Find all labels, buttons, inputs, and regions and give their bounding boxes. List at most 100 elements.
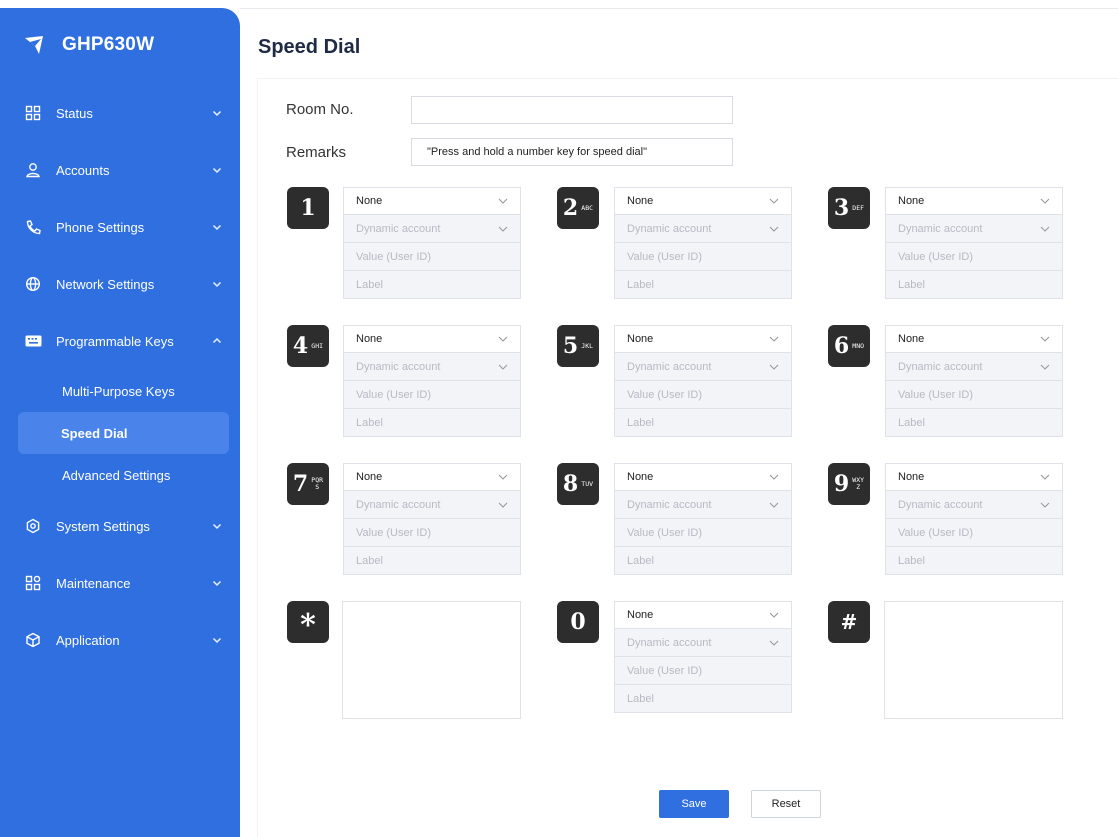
key-2-label-input[interactable]: Label (614, 271, 792, 299)
chevron-down-icon (212, 224, 222, 231)
key-7-value-input[interactable]: Value (User ID) (343, 519, 521, 547)
key-3-mode-select[interactable]: None (885, 187, 1063, 215)
select-value: Dynamic account (627, 498, 712, 511)
save-button[interactable]: Save (659, 790, 729, 818)
sidebar-item-status[interactable]: Status (24, 96, 224, 130)
key-7-account-select[interactable]: Dynamic account (343, 491, 521, 519)
key-3-value-input[interactable]: Value (User ID) (885, 243, 1063, 271)
key-9-account-select[interactable]: Dynamic account (885, 491, 1063, 519)
key-hash-badge: # (828, 601, 870, 643)
key-2-config: None Dynamic account Value (User ID) Lab… (614, 187, 792, 299)
sidebar-item-maintenance[interactable]: Maintenance (24, 566, 224, 600)
room-no-input[interactable] (411, 96, 733, 124)
key-1-account-select[interactable]: Dynamic account (343, 215, 521, 243)
key-1-label-input[interactable]: Label (343, 271, 521, 299)
key-9-config: None Dynamic account Value (User ID) Lab… (885, 463, 1063, 575)
sidebar-item-label: Maintenance (56, 575, 131, 591)
key-2-value-input[interactable]: Value (User ID) (614, 243, 792, 271)
key-6-value-input[interactable]: Value (User ID) (885, 381, 1063, 409)
chevron-down-icon (769, 502, 779, 508)
key-3-label-input[interactable]: Label (885, 271, 1063, 299)
key-1-config: None Dynamic account Value (User ID) Lab… (343, 187, 521, 299)
key-0-label-input[interactable]: Label (614, 685, 792, 713)
key-1-mode-select[interactable]: None (343, 187, 521, 215)
select-value: Dynamic account (627, 360, 712, 373)
key-3-badge: 3 DEF (828, 187, 870, 229)
chevron-down-icon (1040, 474, 1050, 480)
key-7-mode-select[interactable]: None (343, 463, 521, 491)
key-letters: WXYZ (852, 476, 865, 491)
key-5-value-input[interactable]: Value (User ID) (614, 381, 792, 409)
sidebar-item-label: Network Settings (56, 276, 155, 292)
key-8-account-select[interactable]: Dynamic account (614, 491, 792, 519)
chevron-down-icon (212, 580, 222, 587)
room-no-label: Room No. (286, 101, 354, 118)
select-value: Dynamic account (898, 360, 983, 373)
key-8-mode-select[interactable]: None (614, 463, 792, 491)
sidebar-item-system-settings[interactable]: System Settings (24, 509, 224, 543)
key-6-label-input[interactable]: Label (885, 409, 1063, 437)
chevron-down-icon (769, 364, 779, 370)
chevron-down-icon (212, 281, 222, 288)
remarks-input[interactable]: "Press and hold a number key for speed d… (411, 138, 733, 166)
key-5-mode-select[interactable]: None (614, 325, 792, 353)
gear-icon (24, 517, 42, 535)
sidebar-item-label: Status (56, 105, 93, 121)
key-2-account-select[interactable]: Dynamic account (614, 215, 792, 243)
chevron-down-icon (212, 637, 222, 644)
app-name: GHP630W (62, 34, 155, 55)
key-0-value-input[interactable]: Value (User ID) (614, 657, 792, 685)
key-8-label-input[interactable]: Label (614, 547, 792, 575)
key-digit: 5 (562, 333, 579, 359)
sidebar-item-application[interactable]: Application (24, 623, 224, 657)
sidebar-item-network-settings[interactable]: Network Settings (24, 267, 224, 301)
speed-dial-panel: Room No. Remarks "Press and hold a numbe… (258, 79, 1118, 837)
chevron-down-icon (1040, 226, 1050, 232)
key-4-label-input[interactable]: Label (343, 409, 521, 437)
key-5-label-input[interactable]: Label (614, 409, 792, 437)
key-letters: PQRS (311, 476, 324, 491)
sidebar-item-label: Application (56, 632, 120, 648)
sidebar-item-phone-settings[interactable]: Phone Settings (24, 210, 224, 244)
sidebar-subitem-multi-purpose-keys[interactable]: Multi-Purpose Keys (18, 370, 229, 412)
sidebar-subitem-speed-dial[interactable]: Speed Dial (18, 412, 229, 454)
select-value: Dynamic account (627, 222, 712, 235)
select-value: Dynamic account (898, 222, 983, 235)
key-letters: TUV (581, 479, 594, 488)
phone-icon (24, 218, 42, 236)
key-9-badge: 9 WXYZ (828, 463, 870, 505)
key-2-mode-select[interactable]: None (614, 187, 792, 215)
key-digit: 7 (292, 471, 309, 497)
select-value: None (627, 333, 654, 345)
key-4-account-select[interactable]: Dynamic account (343, 353, 521, 381)
key-letters: MNO (852, 341, 865, 350)
remarks-label: Remarks (286, 144, 347, 161)
key-4-value-input[interactable]: Value (User ID) (343, 381, 521, 409)
key-0-mode-select[interactable]: None (614, 601, 792, 629)
key-6-mode-select[interactable]: None (885, 325, 1063, 353)
reset-button[interactable]: Reset (751, 790, 821, 818)
status-grid-icon (24, 104, 42, 122)
key-9-value-input[interactable]: Value (User ID) (885, 519, 1063, 547)
key-5-account-select[interactable]: Dynamic account (614, 353, 792, 381)
key-6-account-select[interactable]: Dynamic account (885, 353, 1063, 381)
key-7-label-input[interactable]: Label (343, 547, 521, 575)
sidebar-item-accounts[interactable]: Accounts (24, 153, 224, 187)
key-8-value-input[interactable]: Value (User ID) (614, 519, 792, 547)
key-3-account-select[interactable]: Dynamic account (885, 215, 1063, 243)
key-5-config: None Dynamic account Value (User ID) Lab… (614, 325, 792, 437)
sidebar-subitem-advanced-settings[interactable]: Advanced Settings (18, 454, 229, 496)
key-9-label-input[interactable]: Label (885, 547, 1063, 575)
key-2-badge: 2 ABC (557, 187, 599, 229)
key-1-value-input[interactable]: Value (User ID) (343, 243, 521, 271)
sidebar-item-programmable-keys[interactable]: Programmable Keys (24, 324, 224, 358)
key-1-badge: 1 (287, 187, 329, 229)
key-letters: ABC (581, 203, 594, 212)
key-0-account-select[interactable]: Dynamic account (614, 629, 792, 657)
chevron-down-icon (769, 640, 779, 646)
key-9-mode-select[interactable]: None (885, 463, 1063, 491)
key-letters: DEF (852, 203, 865, 212)
key-digit: * (300, 608, 316, 643)
key-4-mode-select[interactable]: None (343, 325, 521, 353)
sidebar-item-label: Programmable Keys (56, 333, 174, 349)
